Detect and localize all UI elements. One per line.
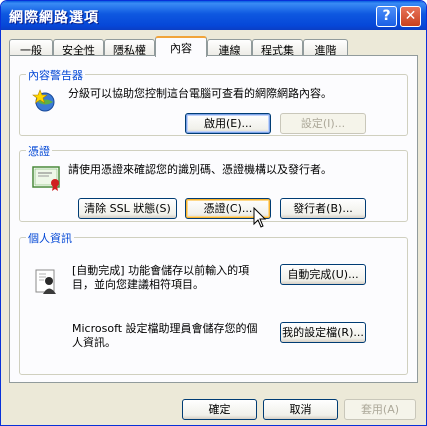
close-button[interactable]: ✕ xyxy=(400,6,421,27)
profile-description-line1: Microsoft 設定檔助理員會儲存您的個 xyxy=(72,322,258,335)
internet-options-window: 網際網路選項 ? ✕ 一般 安全性 隱私權 內容 連線 程式集 進階 內容警告器… xyxy=(0,0,427,426)
contact-card-icon xyxy=(35,269,56,294)
tab-privacy[interactable]: 隱私權 xyxy=(104,39,155,57)
apply-button[interactable]: 套用(A) xyxy=(344,399,416,420)
title-bar[interactable]: 網際網路選項 ? ✕ xyxy=(1,1,426,30)
tab-advanced[interactable]: 進階 xyxy=(303,39,348,57)
tab-connections[interactable]: 連線 xyxy=(207,39,252,57)
publishers-button[interactable]: 發行者(B)... xyxy=(280,198,366,219)
clear-ssl-state-button[interactable]: 清除 SSL 狀態(S) xyxy=(78,198,177,219)
my-profile-button[interactable]: 我的設定檔(R)... xyxy=(280,322,366,343)
enable-button[interactable]: 啟用(E)... xyxy=(185,113,271,134)
certificates-description: 請使用憑證來確認您的識別碼、憑證機構以及發行者。 xyxy=(68,163,332,176)
help-icon: ? xyxy=(382,8,391,24)
window-title: 網際網路選項 xyxy=(9,10,99,26)
tab-general[interactable]: 一般 xyxy=(9,39,53,57)
content-tab-panel: 內容警告器 分級可以協助您控制這台電腦可查看的網際網路內容。 啟用(E)... … xyxy=(9,55,418,383)
tab-security[interactable]: 安全性 xyxy=(53,39,104,57)
certificates-label: 憑證 xyxy=(26,143,52,159)
content-advisor-description: 分級可以協助您控制這台電腦可查看的網際網路內容。 xyxy=(68,87,332,100)
tab-content[interactable]: 內容 xyxy=(155,36,207,57)
certificates-group: 憑證 請使用憑證來確認您的識別碼、憑證機構以及發行者。 清除 SSL 狀態(S)… xyxy=(19,143,408,222)
personal-info-label: 個人資訊 xyxy=(26,230,74,246)
autocomplete-button[interactable]: 自動完成(U)... xyxy=(280,264,366,285)
personal-info-group: 個人資訊 [自動完成] 功能會儲存以前輸入的項 目，並向您建議相符項目。 自動完… xyxy=(19,230,408,375)
ok-button[interactable]: 確定 xyxy=(182,399,257,420)
content-advisor-group: 內容警告器 分級可以協助您控制這台電腦可查看的網際網路內容。 啟用(E)... … xyxy=(19,67,408,136)
rating-star-icon xyxy=(32,89,55,112)
help-button[interactable]: ? xyxy=(376,6,397,27)
autocomplete-description-line1: [自動完成] 功能會儲存以前輸入的項 xyxy=(72,264,250,277)
cancel-button[interactable]: 取消 xyxy=(263,399,338,420)
settings-button[interactable]: 設定(I)... xyxy=(280,113,366,134)
content-advisor-label: 內容警告器 xyxy=(26,67,85,83)
certificate-icon xyxy=(32,166,60,191)
autocomplete-description-line2: 目，並向您建議相符項目。 xyxy=(72,278,204,291)
tab-programs[interactable]: 程式集 xyxy=(252,39,303,57)
mouse-cursor-icon xyxy=(253,207,267,228)
profile-description-line2: 人資訊。 xyxy=(72,336,116,349)
close-icon: ✕ xyxy=(404,8,417,24)
